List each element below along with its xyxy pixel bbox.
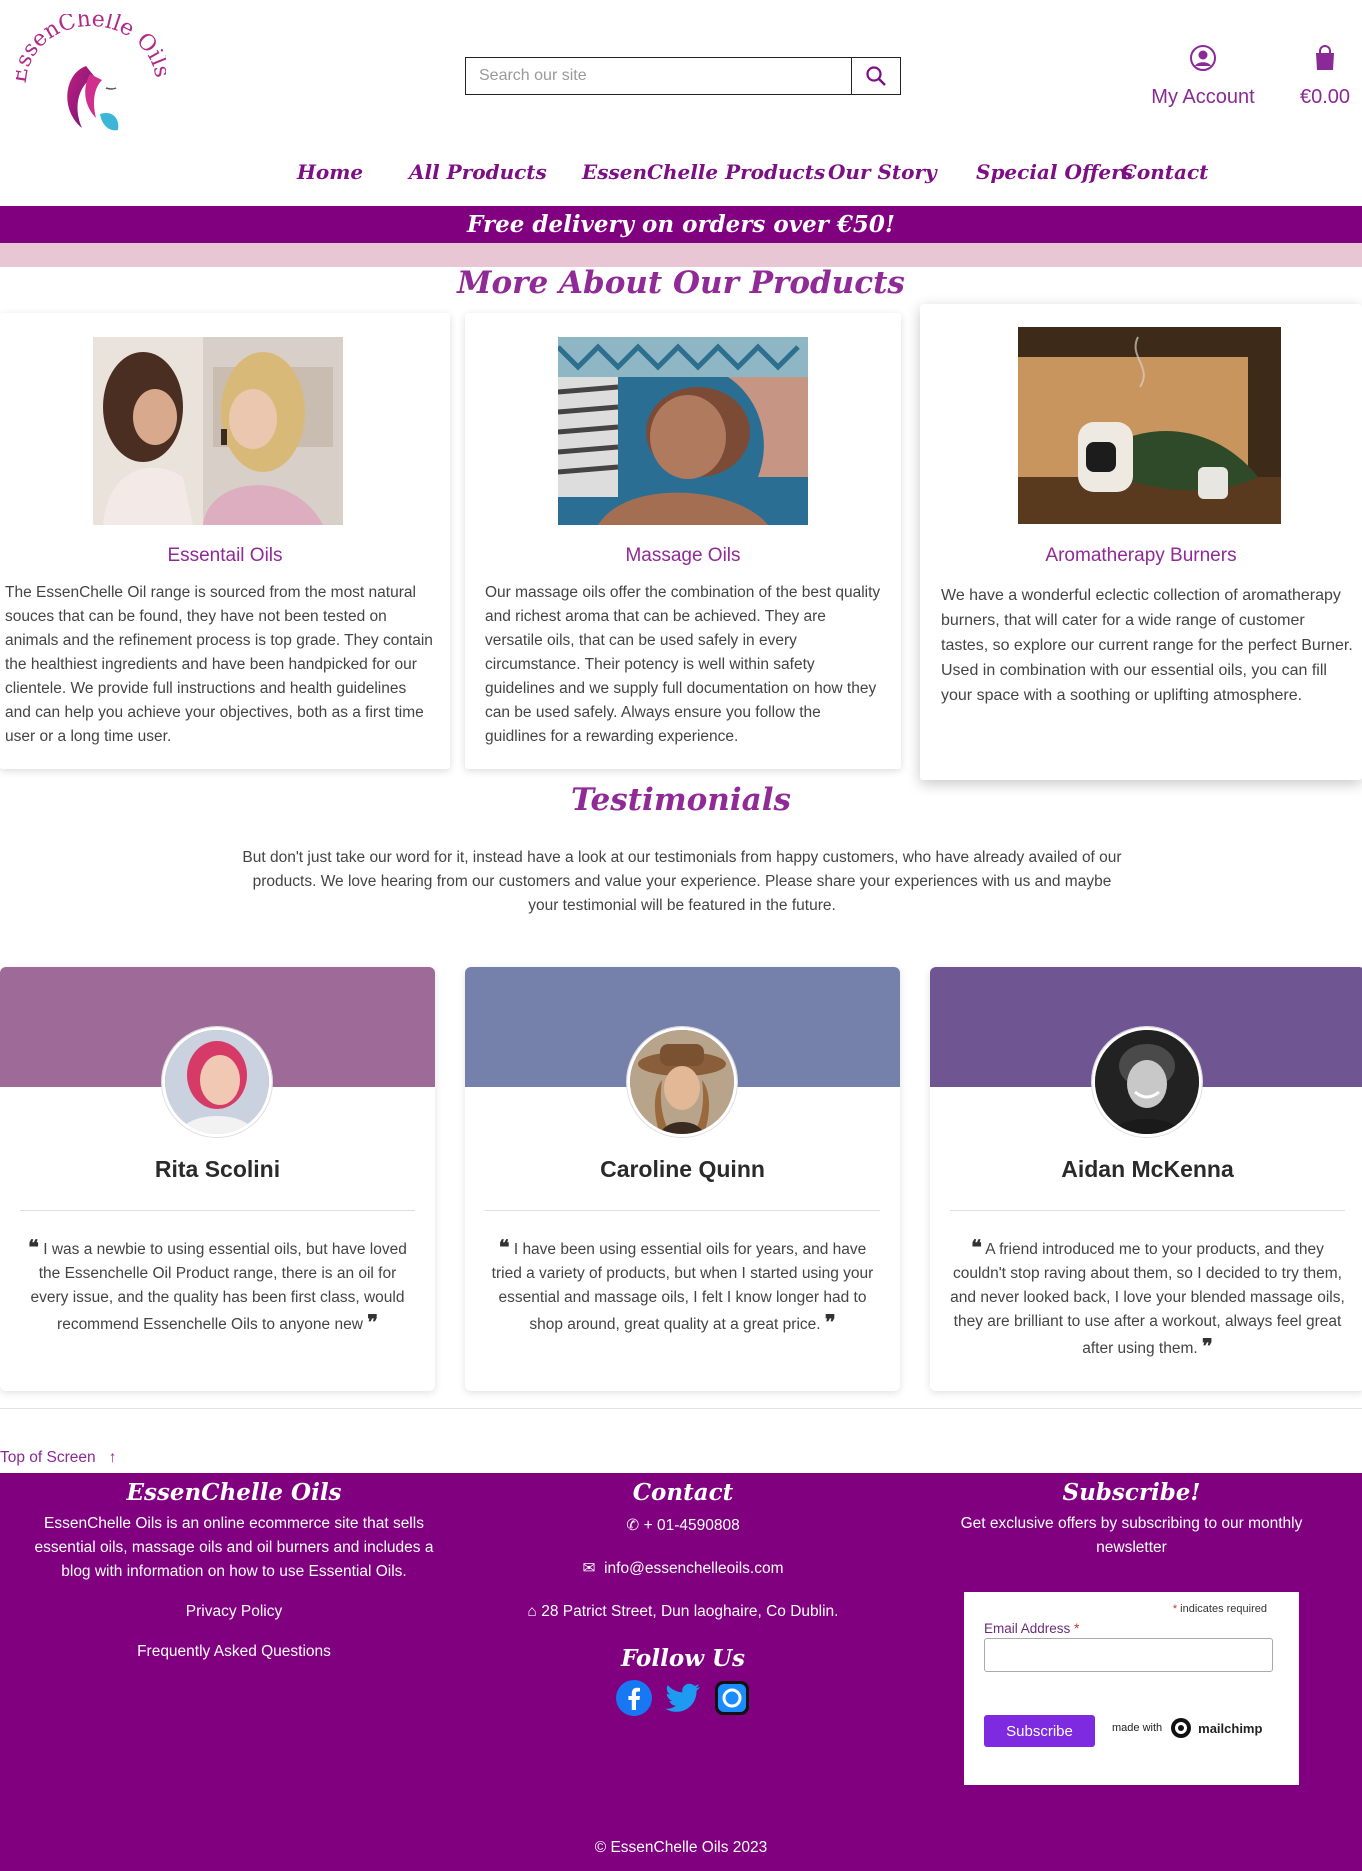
footer-contact: Contact ✆ + 01-4590808 ✉ info@essenchell… <box>483 1479 883 1716</box>
product-card-essential-oils: Essentail Oils The EssenChelle Oil range… <box>0 313 450 769</box>
subscribe-button[interactable]: Subscribe <box>984 1715 1095 1747</box>
testimonial-quote: ❝ I was a newbie to using essential oils… <box>28 1235 407 1334</box>
contact-phone: ✆ + 01-4590808 <box>626 1517 740 1534</box>
product-description: Our massage oils offer the combination o… <box>485 584 881 745</box>
testimonial-quote: ❝ I have been using essential oils for y… <box>491 1235 874 1334</box>
contact-address: ⌂ 28 Patrict Street, Dun laoghaire, Co D… <box>527 1603 839 1620</box>
quote-close-icon: ❞ <box>824 1310 836 1334</box>
product-title: Massage Oils <box>625 545 741 566</box>
mailchimp-icon <box>1171 1718 1192 1738</box>
envelope-icon: ✉ <box>582 1560 596 1577</box>
product-title: Aromatherapy Burners <box>1045 545 1237 566</box>
mailchimp-badge[interactable]: made with mailchimp <box>1102 1711 1283 1745</box>
email-label: Email Address * <box>984 1621 1080 1636</box>
facebook-icon[interactable] <box>616 1680 652 1716</box>
product-title: Essentail Oils <box>167 545 283 566</box>
divider <box>20 1210 415 1211</box>
home-icon: ⌂ <box>527 1603 537 1620</box>
faq-link[interactable]: Frequently Asked Questions <box>18 1640 450 1664</box>
social-links <box>483 1680 883 1716</box>
shopping-bag-icon <box>1316 45 1334 70</box>
cart-total: €0.00 <box>1299 86 1351 108</box>
footer-subscribe-title: Subscribe! <box>1062 1479 1201 1506</box>
my-account-link[interactable]: My Account <box>1140 44 1266 109</box>
quote-open-icon: ❝ <box>971 1235 982 1259</box>
footer-about-title: EssenChelle Oils <box>126 1479 342 1506</box>
copyright: © EssenChelle Oils 2023 <box>594 1839 768 1856</box>
user-icon <box>1190 45 1216 71</box>
decorative-bar <box>0 243 1362 267</box>
mailchimp-form: * indicates required Email Address * Sub… <box>964 1592 1299 1785</box>
avatar <box>162 1027 272 1137</box>
account-label: My Account <box>1151 86 1255 108</box>
phone-icon: ✆ <box>626 1517 640 1534</box>
testimonial-quote: ❝ A friend introduced me to your product… <box>950 1235 1345 1358</box>
search-button[interactable] <box>851 58 900 94</box>
avatar <box>1092 1027 1202 1137</box>
privacy-policy-link[interactable]: Privacy Policy <box>18 1600 450 1624</box>
testimonial-card: Aidan McKenna ❝ A friend introduced me t… <box>930 967 1362 1391</box>
contact-email[interactable]: ✉ info@essenchelleoils.com <box>483 1557 883 1581</box>
nav-essenchelle-products[interactable]: EssenChelle Products <box>582 160 825 184</box>
quote-open-icon: ❝ <box>28 1235 39 1259</box>
aromatherapy-burners-image <box>1018 327 1281 524</box>
product-description: The EssenChelle Oil range is sourced fro… <box>5 584 433 745</box>
twitter-icon[interactable] <box>664 1680 702 1716</box>
search-icon <box>866 66 886 86</box>
divider <box>950 1210 1345 1211</box>
product-card-aromatherapy-burners: Aromatherapy Burners We have a wonderful… <box>920 304 1362 780</box>
product-card-massage-oils: Massage Oils Our massage oils offer the … <box>465 313 901 769</box>
testimonial-name: Caroline Quinn <box>600 1156 765 1182</box>
search-bar <box>465 57 901 95</box>
massage-oils-image <box>558 337 808 525</box>
nav-contact[interactable]: Contact <box>1121 160 1208 184</box>
required-note: * indicates required <box>1172 1603 1267 1615</box>
divider <box>0 1408 1362 1409</box>
testimonials-title: Testimonials <box>571 782 791 818</box>
testimonial-card: Caroline Quinn ❝ I have been using essen… <box>465 967 900 1391</box>
essential-oils-image <box>93 337 343 525</box>
footer-subscribe: Subscribe! Get exclusive offers by subsc… <box>944 1479 1319 1560</box>
instagram-icon[interactable] <box>714 1680 750 1716</box>
footer: EssenChelle Oils EssenChelle Oils is an … <box>0 1473 1362 1871</box>
nav-all-products[interactable]: All Products <box>409 160 547 184</box>
quote-close-icon: ❞ <box>1202 1334 1213 1358</box>
divider <box>485 1210 880 1211</box>
footer-about-text: EssenChelle Oils is an online ecommerce … <box>34 1515 434 1580</box>
testimonial-name: Rita Scolini <box>154 1156 281 1182</box>
site-logo[interactable]: EssenChelle Oils <box>7 7 175 138</box>
follow-us-title: Follow Us <box>620 1645 746 1672</box>
arrow-up-icon: ↑ <box>108 1449 117 1466</box>
testimonial-card: Rita Scolini ❝ I was a newbie to using e… <box>0 967 435 1391</box>
top-of-screen-link[interactable]: Top of Screen ↑ <box>0 1449 116 1467</box>
products-title: More About Our Products <box>457 265 905 301</box>
footer-contact-title: Contact <box>632 1479 734 1506</box>
email-field[interactable] <box>984 1638 1273 1672</box>
avatar <box>627 1027 737 1137</box>
product-description: We have a wonderful eclectic collection … <box>941 587 1353 704</box>
footer-about: EssenChelle Oils EssenChelle Oils is an … <box>18 1479 450 1664</box>
nav-special-offers[interactable]: Special Offers <box>976 160 1133 184</box>
testimonials-intro: But don't just take our word for it, ins… <box>242 849 1122 914</box>
quote-close-icon: ❞ <box>367 1310 378 1334</box>
main-nav: Home All Products EssenChelle Products O… <box>0 160 1362 190</box>
quote-open-icon: ❝ <box>498 1235 510 1259</box>
cart-link[interactable]: €0.00 <box>1290 44 1360 109</box>
search-input[interactable] <box>466 58 851 94</box>
mailchimp-brand: mailchimp <box>1198 1720 1263 1736</box>
free-delivery-banner: Free delivery on orders over €50! <box>0 206 1362 243</box>
nav-home[interactable]: Home <box>297 160 363 184</box>
testimonial-name: Aidan McKenna <box>1061 1156 1234 1182</box>
nav-our-story[interactable]: Our Story <box>828 160 937 184</box>
subscribe-text: Get exclusive offers by subscribing to o… <box>960 1515 1303 1556</box>
